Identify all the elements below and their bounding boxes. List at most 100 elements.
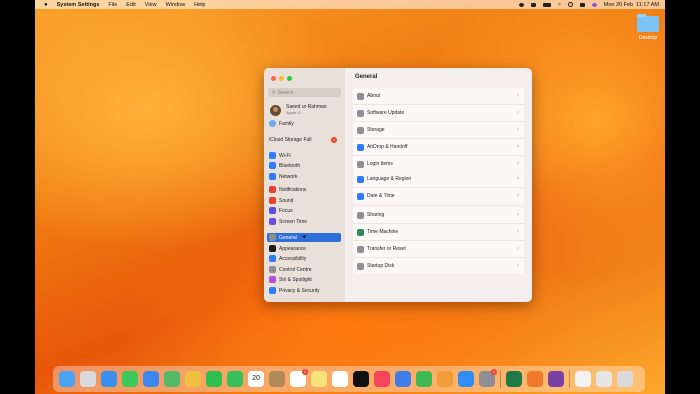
messages-icon[interactable] [122,371,138,387]
sidebar-item-label: Bluetooth [279,162,301,169]
system-settings-icon[interactable]: 1 [479,369,497,387]
menu-edit[interactable]: Edit [126,2,135,8]
menu-clock[interactable]: Mon 20 Feb 11:17 AM [604,2,659,8]
siri-icon[interactable] [591,2,597,7]
search-placeholder: Search [277,89,294,96]
settings-row-label: Sharing [367,212,385,218]
chevron-right-icon: › [517,212,519,218]
startup-disk-icon [357,262,364,270]
notes-icon[interactable] [311,371,327,387]
calendar-date: 20 [252,375,260,382]
settings-row-label: Startup Disk [367,263,395,269]
launchpad-icon[interactable] [80,371,96,387]
desktop-folder-label[interactable]: Desktop [633,35,663,41]
main-pane: General About › Software Update › Storage › Ai… [345,68,532,302]
spotlight-icon[interactable] [567,2,573,7]
sidebar-item-focus[interactable]: Focus [267,206,341,215]
excel-icon[interactable] [506,371,522,387]
settings-row-date-time[interactable]: Date & Time › [353,188,524,204]
maps-icon[interactable] [164,371,180,387]
numbers-icon[interactable] [416,371,432,387]
mail-icon[interactable] [143,371,159,387]
minimize-button[interactable] [279,76,284,81]
family-icon [269,120,276,127]
chevron-right-icon: › [517,110,519,116]
settings-row-transfer-or-reset[interactable]: Transfer or Reset › [353,241,524,258]
sidebar-item-sound[interactable]: Sound [267,196,341,205]
avatar [270,104,281,116]
sidebar-item-label: Network [279,173,298,180]
close-button[interactable] [271,76,276,81]
sidebar-item-label: Notifications [279,186,307,193]
search-field[interactable]: ⚲ Search [268,88,341,97]
finder-icon[interactable] [59,371,75,387]
settings-row-startup-disk[interactable]: Startup Disk › [353,258,524,274]
sidebar-item-control-centre[interactable]: Control Centre [267,265,341,274]
freeform-icon[interactable] [332,371,348,387]
apple-id-item[interactable]: Saeed ur Rahman Apple ID [270,104,327,116]
settings-row-about[interactable]: About › [353,88,524,105]
calendar-icon[interactable]: 20 [248,371,264,387]
settings-row-sharing[interactable]: Sharing › [353,207,524,224]
settings-row-time-machine[interactable]: Time Machine › [353,224,524,241]
menu-help[interactable]: Help [194,2,205,8]
preview-icon[interactable] [575,371,591,387]
sidebar-item-notifications[interactable]: Notifications [267,185,341,194]
music-icon[interactable] [374,371,390,387]
apple-tv-icon[interactable] [353,371,369,387]
desktop-folder-icon[interactable] [637,14,659,32]
notifications-icon [269,186,276,193]
zoom-button[interactable] [287,76,292,81]
sidebar-item-wifi[interactable]: Wi-Fi [267,151,341,160]
chevron-right-icon: › [517,176,519,182]
sidebar-item-appearance[interactable]: Appearance [267,244,341,253]
menu-app-name[interactable]: System Settings [57,2,100,8]
chevron-right-icon: › [517,161,519,167]
desktop: ● System Settings File Edit View Window … [35,0,665,394]
sidebar-item-label: Focus [279,207,293,214]
settings-row-airdrop-handoff[interactable]: AirDrop & Handoff › [353,139,524,156]
sidebar-item-privacy-security[interactable]: Privacy & Security [267,286,341,295]
sidebar-item-icloud-storage[interactable]: iCloud Storage Full 1 [267,135,341,144]
settings-row-storage[interactable]: Storage › [353,122,524,139]
settings-row-language-region[interactable]: Language & Region › [353,171,524,188]
safari-icon[interactable] [101,371,117,387]
whatsapp-icon[interactable] [206,371,222,387]
menu-window[interactable]: Window [166,2,186,8]
about-icon [357,92,364,100]
trash-icon[interactable] [617,371,633,387]
search-icon: ⚲ [272,89,276,96]
sidebar-item-siri-spotlight[interactable]: Siri & Spotlight [267,275,341,284]
keynote-icon[interactable] [395,371,411,387]
pages-icon[interactable] [437,371,453,387]
screenshot-icon[interactable] [596,371,612,387]
battery-icon[interactable] [543,2,551,7]
settings-row-software-update[interactable]: Software Update › [353,105,524,122]
settings-row-login-items[interactable]: Login Items › [353,156,524,172]
photos-icon[interactable] [185,371,201,387]
sidebar-item-label: Wi-Fi [279,152,291,159]
sidebar: ⚲ Search Saeed ur Rahman Apple ID Family… [264,68,345,302]
tor-browser-icon[interactable] [548,371,564,387]
sidebar-item-screen-time[interactable]: Screen Time [267,217,341,226]
app-store-icon[interactable] [458,371,474,387]
reminders-icon[interactable]: 2 [290,369,308,387]
firefox-icon[interactable] [527,371,543,387]
sidebar-item-accessibility[interactable]: Accessibility [267,254,341,263]
status-app-icon[interactable] [531,2,536,7]
sidebar-item-bluetooth[interactable]: Bluetooth [267,161,341,170]
contacts-icon[interactable] [269,371,285,387]
control-centre-icon[interactable] [579,2,585,7]
sidebar-item-family[interactable]: Family [267,119,341,128]
accessibility-icon [269,255,276,262]
language-region-icon [357,175,364,183]
menu-view[interactable]: View [145,2,157,8]
menu-file[interactable]: File [108,2,117,8]
status-app-icon[interactable] [519,2,524,7]
wifi-icon[interactable]: ≈ [558,2,561,8]
dock-separator [500,370,501,388]
sidebar-item-network[interactable]: Network [267,172,341,181]
apple-icon[interactable]: ● [44,2,48,8]
facetime-icon[interactable] [227,371,243,387]
sidebar-item-label: Privacy & Security [279,287,320,294]
